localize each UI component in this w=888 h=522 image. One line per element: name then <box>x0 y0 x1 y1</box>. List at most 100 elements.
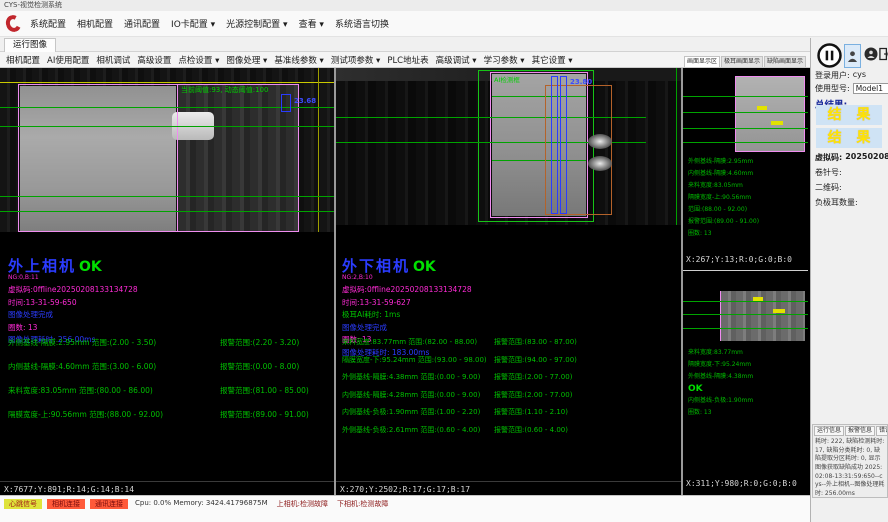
right-sidebar: 登录用户: cys 使用型号: Model1 总结果: 结 果 结 果 虚拟码:… <box>810 38 888 522</box>
tab-display-area[interactable]: 画面显示区 <box>684 56 720 67</box>
camera-status: OK <box>413 259 436 275</box>
camera-status: OK <box>79 259 102 275</box>
thumb2-text: 来料宽度:83.77mm 隔膜宽度-下:95.24mm 外侧基线-隔膜:4.38… <box>688 347 753 419</box>
window-title: CYS-视觉检测系统 <box>4 1 62 9</box>
menu-item-view[interactable]: 查看 ▾ <box>299 17 324 30</box>
thumbnail-1[interactable]: 外侧基线-隔膜:2.95mm 内侧基线-隔膜:4.60mm 来料宽度:83.05… <box>683 68 808 270</box>
user-dark-icon <box>864 47 878 61</box>
toolbar-advanced-debug[interactable]: 高级调试 ▾ <box>436 54 477 66</box>
ai-box-label: AI检测框 <box>494 74 520 84</box>
lower-camera-fault: 下相机:检测故障 <box>337 499 388 509</box>
cpu-memory-readout: Cpu: 0.0% Memory: 3424.41796875M <box>135 499 268 507</box>
log-tab-error[interactable]: 错误信息 <box>876 426 888 436</box>
tab-count-label: 负极耳数量: <box>815 197 858 208</box>
measurement-row: 来料宽度:83.77mm 范围:(82.00 - 88.00)报警范围:(83.… <box>342 337 577 347</box>
capture-time: 时间:13-31-59-627 <box>342 299 472 307</box>
measurement-row: 外侧基线-负极:2.61mm 范围:(0.60 - 4.00)报警范围:(0.6… <box>342 425 577 435</box>
needle-no-label: 卷针号: <box>815 167 842 178</box>
thumb1-text: 外侧基线-隔膜:2.95mm 内侧基线-隔膜:4.60mm 来料宽度:83.05… <box>688 156 759 240</box>
left-pixel-coords: X:7677;Y:891;R:14;G:14;B:14 <box>0 481 334 495</box>
heartbeat-badge: 心跳信号 <box>4 499 42 509</box>
toolbar-other-settings[interactable]: 其它设置 ▾ <box>532 54 573 66</box>
toolbar-plc-address[interactable]: PLC地址表 <box>387 54 428 66</box>
exit-button[interactable] <box>879 47 888 64</box>
toolbar-baseline-params[interactable]: 基准线参数 ▾ <box>274 54 323 66</box>
menu-item-comm-config[interactable]: 通讯配置 <box>124 17 160 30</box>
status-bar: 心跳信号 相机连接 通讯连接 Cpu: 0.0% Memory: 3424.41… <box>0 495 810 522</box>
model-label: 使用型号: <box>815 83 850 94</box>
virtual-code: 虚拟码:0ffline20250208133134728 <box>8 286 138 294</box>
log-panel: 运行信息 报警信息 错误信息 耗时: 222, 缺陷检测耗时: 17, 缺陷分类… <box>812 424 888 498</box>
toolbar-image-process[interactable]: 图像处理 ▾ <box>226 54 267 66</box>
toolbar-test-params[interactable]: 测试项参数 ▾ <box>331 54 380 66</box>
display-area-tabs: 画面显示区 极耳画面显示 缺陷画面显示 <box>684 52 810 68</box>
menu-bar: 系统配置 相机配置 通讯配置 IO卡配置 ▾ 光源控制配置 ▾ 查看 ▾ 系统语… <box>0 11 888 37</box>
left-camera-image[interactable]: 当前阈值:93, 动态阈值:100 23.68 <box>0 68 334 232</box>
app-window: CYS-视觉检测系统 系统配置 相机配置 通讯配置 IO卡配置 ▾ 光源控制配置… <box>0 0 888 522</box>
measurement-row: 外侧基线-隔膜:4.38mm 范围:(0.00 - 9.00)报警范围:(2.0… <box>342 372 577 382</box>
pause-button[interactable] <box>817 43 842 68</box>
tab-strip: 运行图像 <box>0 37 810 52</box>
menu-item-io-card-config[interactable]: IO卡配置 ▾ <box>171 17 215 30</box>
login-user-value: cys <box>853 70 866 81</box>
tab-highlight-blob <box>588 134 612 149</box>
main-view-area: 当前阈值:93, 动态阈值:100 23.68 外上相机OK NG:0,B:11… <box>0 68 810 495</box>
comm-conn-badge: 通讯连接 <box>90 499 128 509</box>
left-camera-info: 外上相机OK NG:0,B:11 虚拟码:0ffline202502081331… <box>8 258 138 344</box>
toolbar-learn-params[interactable]: 学习参数 ▾ <box>484 54 525 66</box>
tab-defect-display[interactable]: 缺陷画面显示 <box>764 56 806 67</box>
measurement-row: 来料宽度:83.05mm 范围:(80.00 - 86.00)报警范围:(81.… <box>8 385 309 396</box>
process-done: 图像处理完成 <box>342 324 472 332</box>
qrcode-label: 二维码: <box>815 182 842 193</box>
operator-button[interactable] <box>864 47 878 64</box>
menu-item-system-config[interactable]: 系统配置 <box>30 17 66 30</box>
measurement-row: 内侧基线-隔膜:4.60mm 范围:(3.00 - 6.00)报警范围:(0.0… <box>8 361 309 372</box>
toolbar-advanced-setup[interactable]: 高级设置 <box>137 54 171 66</box>
login-user-button[interactable] <box>844 44 861 68</box>
toolbar: 相机配置 AI使用配置 相机调试 高级设置 点检设置 ▾ 图像处理 ▾ 基准线参… <box>0 52 684 68</box>
model-select[interactable]: Model1 <box>853 83 888 94</box>
measurement-row: 内侧基线-负极:1.90mm 范围:(1.00 - 2.20)报警范围:(1.1… <box>342 407 577 417</box>
toolbar-camera-debug[interactable]: 相机调试 <box>96 54 130 66</box>
ai-time: 极耳AI耗时: 1ms <box>342 311 472 319</box>
menu-item-language-switch[interactable]: 系统语言切换 <box>335 17 389 30</box>
virtual-code-label: 虚拟码: <box>815 152 842 163</box>
yellow-baseline <box>0 82 334 83</box>
model-field: 使用型号: Model1 <box>815 83 888 94</box>
turn-count: 圈数: 13 <box>8 324 138 332</box>
qrcode-field: 二维码: <box>815 182 842 193</box>
virtual-code-field: 虚拟码: 20250208 <box>815 152 888 163</box>
measurement-row: 外侧基线-隔膜:2.95mm 范围:(2.00 - 3.50)报警范围:(2.2… <box>8 337 309 348</box>
menu-item-camera-config[interactable]: 相机配置 <box>77 17 113 30</box>
measurement-row: 隔膜宽度-下:95.24mm 范围:(93.00 - 98.00)报警范围:(9… <box>342 355 577 365</box>
measure-marker-box <box>281 94 291 112</box>
tab-run-image[interactable]: 运行图像 <box>4 38 56 52</box>
measurement-row: 隔膜宽度-上:90.56mm 范围:(88.00 - 92.00)报警范围:(8… <box>8 409 309 420</box>
camera-name: 外上相机 <box>8 257 76 275</box>
thumbnail-2[interactable]: 来料宽度:83.77mm 隔膜宽度-下:95.24mm 外侧基线-隔膜:4.38… <box>683 271 808 495</box>
toolbar-ai-usage-config[interactable]: AI使用配置 <box>47 54 89 66</box>
tab-tab-display[interactable]: 极耳画面显示 <box>721 56 763 67</box>
virtual-code: 虚拟码:0ffline20250208133134728 <box>342 286 472 294</box>
login-user-field: 登录用户: cys <box>815 70 866 81</box>
mid-camera-image[interactable]: AI检测框 23.80 <box>336 68 681 225</box>
toolbar-spot-check[interactable]: 点检设置 ▾ <box>178 54 219 66</box>
menu-item-light-config[interactable]: 光源控制配置 ▾ <box>226 17 287 30</box>
camera-conn-badge: 相机连接 <box>47 499 85 509</box>
logout-door-icon <box>879 47 888 61</box>
log-tab-run[interactable]: 运行信息 <box>814 426 844 436</box>
result-box-2: 结 果 <box>816 128 882 148</box>
thumb1-image <box>735 76 805 152</box>
needle-no-field: 卷针号: <box>815 167 842 178</box>
user-icon <box>847 50 858 63</box>
thumb2-pixel-coords: X:311;Y:980;R:0;G:0;B:0 <box>686 479 797 488</box>
virtual-code-value: 20250208 <box>845 152 888 163</box>
measure-marker-value: 23.80 <box>570 78 592 86</box>
log-text: 耗时: 222, 缺陷检测耗时: 17, 缺陷分类耗时: 0, 缺陷提取分区耗时… <box>813 437 887 498</box>
tab-highlight-blob <box>588 156 612 171</box>
toolbar-camera-config[interactable]: 相机配置 <box>6 54 40 66</box>
pause-icon <box>817 43 842 68</box>
log-tab-alarm[interactable]: 报警信息 <box>845 426 875 436</box>
ng-count: NG:2,B:10 <box>342 275 472 281</box>
camera-name: 外下相机 <box>342 257 410 275</box>
